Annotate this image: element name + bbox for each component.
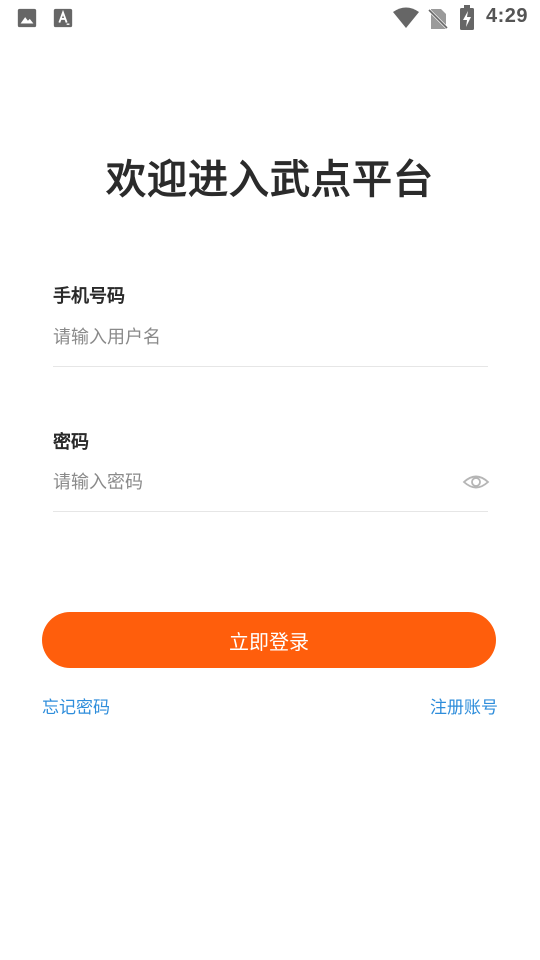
register-link[interactable]: 注册账号	[430, 693, 498, 718]
battery-charging-icon	[460, 5, 474, 30]
no-sim-icon	[428, 8, 448, 30]
text-a-icon	[53, 8, 73, 28]
phone-input[interactable]	[53, 320, 453, 354]
password-label: 密码	[53, 432, 89, 453]
password-underline	[53, 511, 488, 512]
wifi-icon	[393, 7, 419, 28]
forgot-password-link[interactable]: 忘记密码	[42, 693, 110, 718]
login-button[interactable]: 立即登录	[42, 612, 496, 668]
image-icon	[17, 8, 37, 28]
password-input[interactable]	[53, 465, 453, 499]
phone-underline	[53, 366, 488, 367]
eye-icon[interactable]	[462, 469, 490, 495]
status-bar: 4:29	[0, 0, 540, 36]
phone-label: 手机号码	[53, 286, 125, 307]
page-title: 欢迎进入武点平台	[106, 157, 434, 203]
status-time: 4:29	[485, 5, 528, 27]
